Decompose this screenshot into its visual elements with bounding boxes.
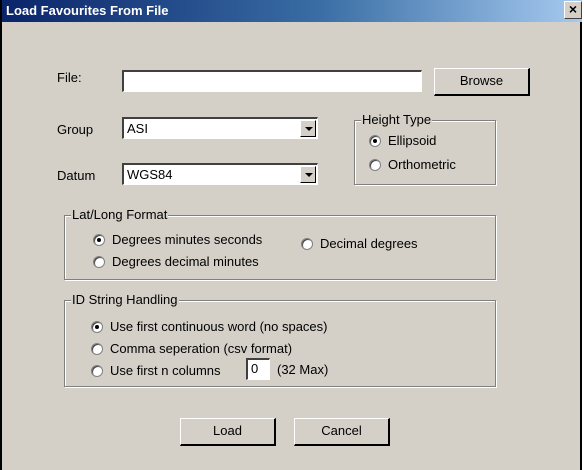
- id-string-legend: ID String Handling: [71, 292, 179, 307]
- radio-orthometric-label: Orthometric: [388, 157, 456, 172]
- radio-ellipsoid[interactable]: Ellipsoid: [369, 133, 436, 148]
- radio-button-icon[interactable]: [91, 320, 103, 333]
- columns-max-hint: (32 Max): [277, 362, 329, 377]
- radio-button-icon[interactable]: [93, 233, 105, 246]
- columns-count-value: 0: [251, 361, 259, 376]
- radio-comma[interactable]: Comma seperation (csv format): [91, 341, 292, 356]
- radio-first-word-label: Use first continuous word (no spaces): [110, 319, 328, 334]
- chevron-down-icon[interactable]: [300, 120, 316, 137]
- load-button[interactable]: Load: [180, 418, 276, 446]
- datum-label: Datum: [57, 168, 96, 183]
- radio-ddm[interactable]: Degrees decimal minutes: [93, 254, 259, 269]
- chevron-down-icon[interactable]: [300, 166, 316, 183]
- file-label: File:: [57, 70, 82, 85]
- radio-orthometric[interactable]: Orthometric: [369, 157, 456, 172]
- id-string-group: ID String Handling Use first continuous …: [64, 292, 496, 387]
- radio-comma-label: Comma seperation (csv format): [110, 341, 293, 356]
- group-label: Group: [57, 122, 94, 137]
- group-select-value: ASI: [127, 121, 148, 136]
- radio-button-icon[interactable]: [301, 237, 313, 250]
- radio-first-n-columns-label: Use first n columns: [110, 363, 221, 378]
- radio-button-icon[interactable]: [369, 158, 381, 171]
- radio-ddm-label: Degrees decimal minutes: [112, 254, 259, 269]
- cancel-button[interactable]: Cancel: [294, 418, 390, 446]
- radio-decimal-degrees-label: Decimal degrees: [320, 236, 418, 251]
- dialog-window: Load Favourites From File × File: Browse…: [0, 0, 582, 470]
- radio-button-icon[interactable]: [91, 342, 103, 355]
- latlong-format-group: Lat/Long Format Degrees minutes seconds …: [64, 207, 496, 280]
- height-type-legend: Height Type: [361, 112, 433, 127]
- group-select[interactable]: ASI: [122, 117, 318, 139]
- close-button[interactable]: ×: [564, 1, 582, 19]
- radio-first-word[interactable]: Use first continuous word (no spaces): [91, 319, 327, 334]
- title-bar[interactable]: Load Favourites From File ×: [2, 0, 582, 22]
- radio-dms[interactable]: Degrees minutes seconds: [93, 232, 262, 247]
- file-input[interactable]: [122, 70, 422, 92]
- latlong-format-legend: Lat/Long Format: [71, 207, 169, 222]
- radio-decimal-degrees[interactable]: Decimal degrees: [301, 236, 418, 251]
- radio-dms-label: Degrees minutes seconds: [112, 232, 263, 247]
- datum-select-value: WGS84: [127, 167, 173, 182]
- radio-ellipsoid-label: Ellipsoid: [388, 133, 437, 148]
- height-type-group: Height Type Ellipsoid Orthometric: [354, 112, 496, 185]
- close-icon: ×: [568, 1, 578, 17]
- radio-button-icon[interactable]: [93, 255, 105, 268]
- columns-count-input[interactable]: 0: [246, 358, 270, 380]
- window-title: Load Favourites From File: [6, 3, 169, 18]
- radio-first-n-columns[interactable]: Use first n columns: [91, 363, 221, 378]
- radio-button-icon[interactable]: [91, 364, 103, 377]
- browse-button[interactable]: Browse: [434, 68, 530, 96]
- datum-select[interactable]: WGS84: [122, 163, 318, 185]
- radio-button-icon[interactable]: [369, 134, 381, 147]
